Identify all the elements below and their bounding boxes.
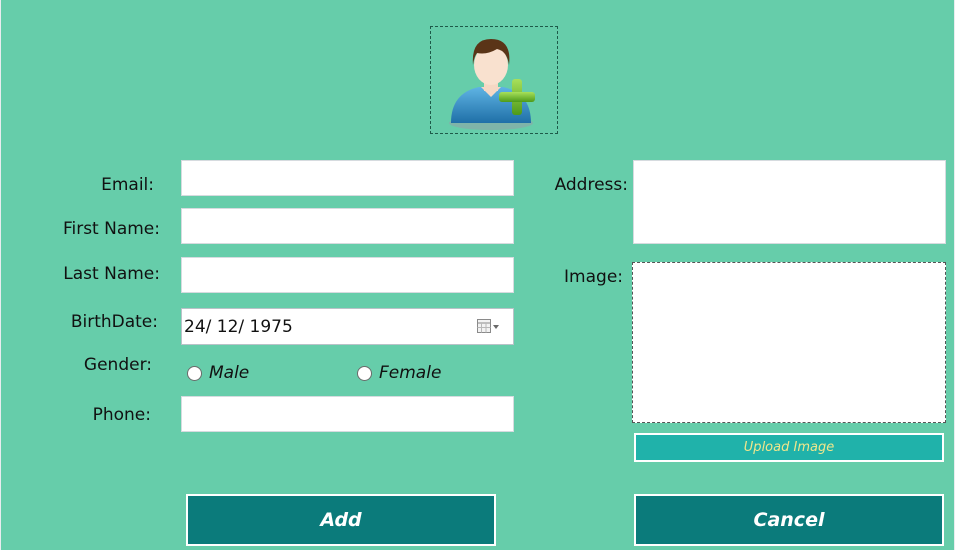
add-user-icon (449, 39, 535, 130)
address-field[interactable] (633, 160, 946, 244)
phone-field[interactable] (181, 396, 514, 432)
female-radio-label: Female (379, 363, 442, 383)
cancel-button[interactable]: Cancel (634, 494, 944, 546)
male-radio-label: Male (209, 363, 250, 383)
male-radio-button[interactable] (187, 365, 202, 381)
first-name-field[interactable] (181, 208, 514, 244)
add-user-form: Email: First Name: Last Name: BirthDate:… (0, 0, 955, 550)
calendar-dropdown-icon[interactable] (477, 319, 501, 340)
gender-radio-male[interactable]: Male (187, 363, 249, 383)
birthdate-value: 24/ 12/ 1975 (184, 317, 293, 337)
email-field[interactable] (181, 160, 514, 196)
image-preview-box[interactable] (632, 262, 946, 423)
birthdate-picker[interactable]: 24/ 12/ 1975 (181, 308, 514, 345)
last-name-label: Last Name: (63, 264, 160, 284)
last-name-field[interactable] (181, 257, 514, 293)
female-radio-button[interactable] (357, 365, 372, 381)
upload-image-button[interactable]: Upload Image (634, 433, 944, 462)
first-name-label: First Name: (62, 219, 160, 239)
image-label: Image: (564, 267, 623, 287)
gender-label: Gender: (83, 355, 152, 375)
email-label: Email: (101, 175, 154, 195)
birthdate-label: BirthDate: (70, 312, 158, 332)
avatar-image-box[interactable] (430, 26, 558, 134)
add-button[interactable]: Add (186, 494, 496, 546)
address-label: Address: (554, 175, 628, 195)
phone-label: Phone: (92, 405, 151, 425)
gender-radio-female[interactable]: Female (357, 363, 441, 383)
